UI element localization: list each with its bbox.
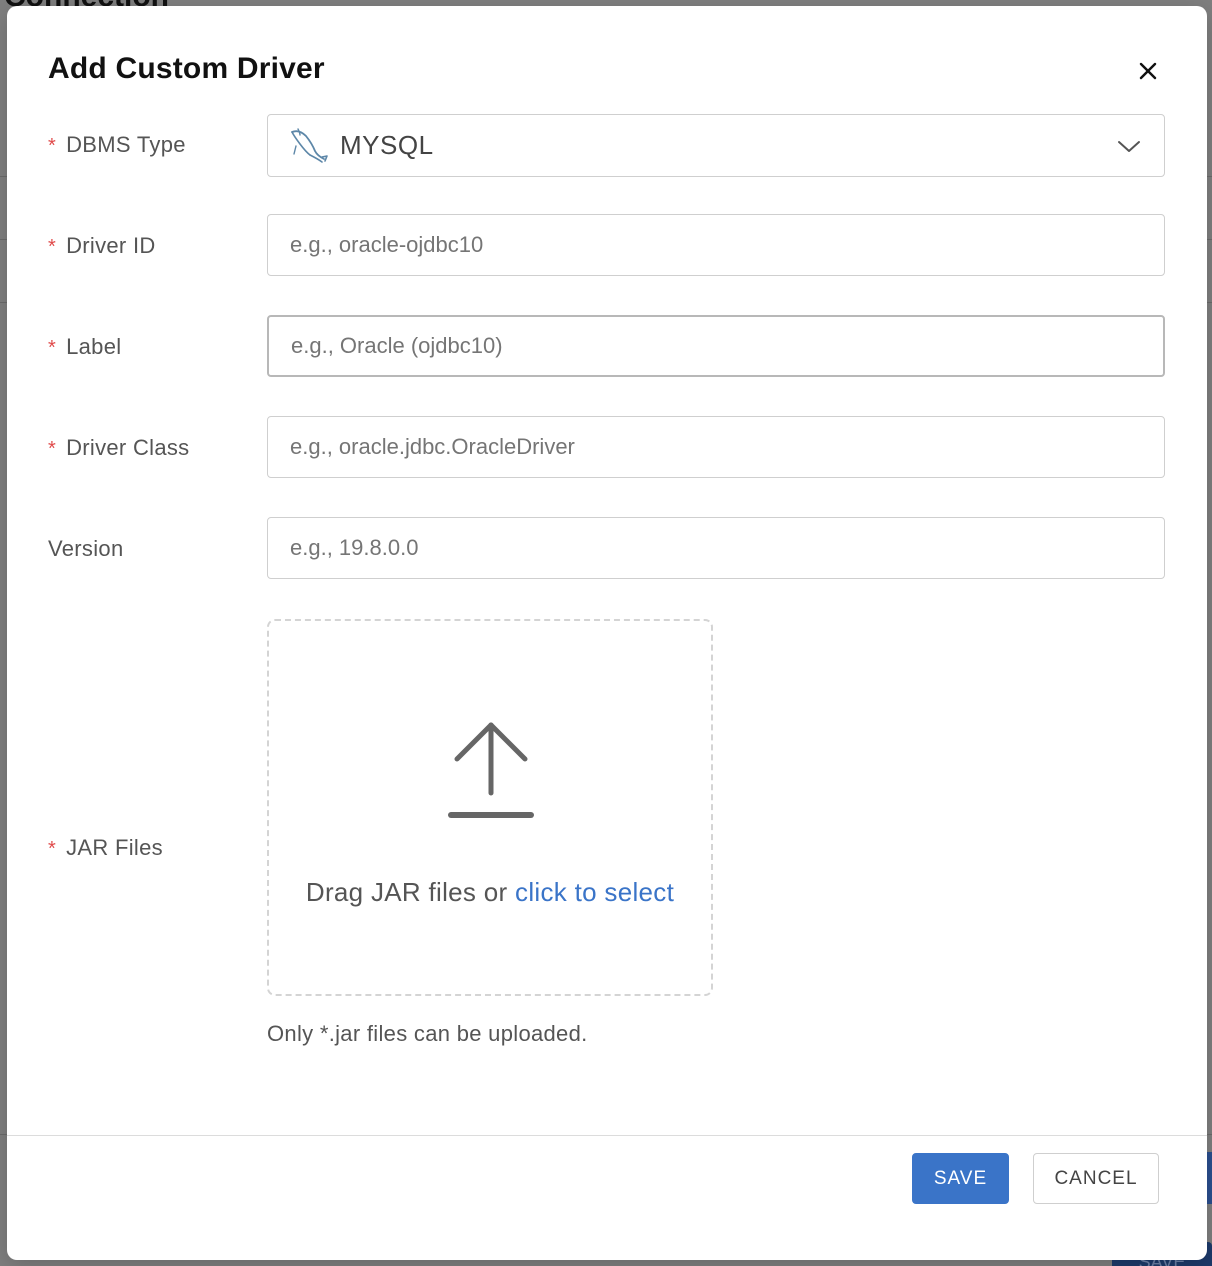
required-marker: *	[48, 236, 57, 258]
cancel-button[interactable]: CANCEL	[1033, 1153, 1159, 1204]
version-label: Version	[48, 536, 124, 561]
upload-icon	[448, 722, 534, 818]
required-marker: *	[48, 438, 57, 460]
mysql-dolphin-icon	[291, 128, 328, 163]
label-field-label: * Label	[48, 334, 122, 359]
add-custom-driver-dialog: Add Custom Driver * DBMS Type MYSQL * Driv…	[7, 6, 1207, 1260]
required-marker: *	[48, 838, 57, 860]
close-icon	[1139, 62, 1157, 80]
dbms-type-label: * DBMS Type	[48, 132, 186, 157]
dbms-type-value: MYSQL	[340, 130, 434, 160]
dialog-title: Add Custom Driver	[48, 52, 325, 85]
footer-divider	[7, 1135, 1207, 1136]
driver-class-label: * Driver Class	[48, 435, 190, 460]
version-input[interactable]	[267, 517, 1165, 579]
upload-drop-text: Drag JAR files or	[305, 877, 508, 907]
driver-id-input[interactable]	[267, 214, 1165, 276]
close-button[interactable]	[1131, 54, 1165, 88]
required-marker: *	[48, 337, 57, 359]
required-marker: *	[48, 135, 57, 157]
driver-id-label: * Driver ID	[48, 233, 156, 258]
dbms-type-select[interactable]: MYSQL	[267, 114, 1165, 177]
upload-instructions: Drag JAR files or click to select	[269, 877, 711, 908]
jar-upload-dropzone[interactable]: Drag JAR files or click to select	[267, 619, 713, 996]
save-button[interactable]: SAVE	[912, 1153, 1009, 1204]
label-input[interactable]	[267, 315, 1165, 377]
click-to-select-link[interactable]: click to select	[515, 877, 674, 907]
jar-files-label: * JAR Files	[48, 835, 163, 860]
upload-hint: Only *.jar files can be uploaded.	[267, 1021, 588, 1046]
chevron-down-icon	[1118, 141, 1140, 152]
driver-class-input[interactable]	[267, 416, 1165, 478]
